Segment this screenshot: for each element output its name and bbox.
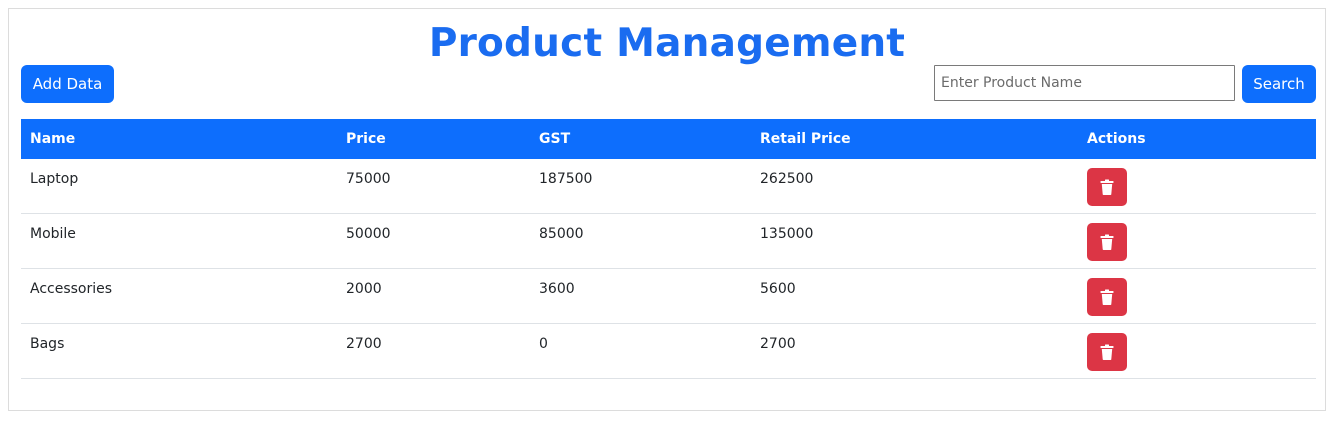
cell-gst: 0	[539, 336, 548, 352]
column-header-retail-price: Retail Price	[760, 131, 851, 147]
cell-retail-price: 2700	[760, 336, 796, 352]
cell-retail-price: 262500	[760, 171, 814, 187]
cell-name: Bags	[30, 336, 65, 352]
cell-name: Laptop	[30, 171, 79, 187]
table-header: Name Price GST Retail Price Actions	[21, 119, 1316, 159]
product-management-panel: Product Management Add Data Search Name …	[8, 8, 1326, 411]
trash-icon	[1100, 289, 1114, 305]
product-table: Name Price GST Retail Price Actions Lapt…	[21, 119, 1316, 379]
cell-gst: 187500	[539, 171, 593, 187]
search-input[interactable]	[934, 65, 1235, 101]
column-header-gst: GST	[539, 131, 571, 147]
cell-price: 50000	[346, 226, 391, 242]
table-row: Laptop 75000 187500 262500	[21, 159, 1316, 214]
cell-retail-price: 135000	[760, 226, 814, 242]
column-header-name: Name	[30, 131, 76, 147]
page-title: Product Management	[428, 21, 906, 66]
cell-price: 75000	[346, 171, 391, 187]
cell-name: Accessories	[30, 281, 113, 297]
cell-price: 2700	[346, 336, 382, 352]
table-row: Mobile 50000 85000 135000	[21, 214, 1316, 269]
delete-button[interactable]	[1087, 278, 1127, 316]
delete-button[interactable]	[1087, 168, 1127, 206]
trash-icon	[1100, 234, 1114, 250]
column-header-actions: Actions	[1087, 131, 1146, 147]
add-data-button[interactable]: Add Data	[21, 65, 114, 103]
cell-gst: 3600	[539, 281, 575, 297]
cell-retail-price: 5600	[760, 281, 796, 297]
delete-button[interactable]	[1087, 223, 1127, 261]
column-header-price: Price	[346, 131, 386, 147]
cell-price: 2000	[346, 281, 382, 297]
search-button[interactable]: Search	[1242, 65, 1316, 103]
trash-icon	[1100, 179, 1114, 195]
cell-gst: 85000	[539, 226, 584, 242]
cell-name: Mobile	[30, 226, 76, 242]
trash-icon	[1100, 344, 1114, 360]
delete-button[interactable]	[1087, 333, 1127, 371]
table-row: Bags 2700 0 2700	[21, 324, 1316, 379]
table-row: Accessories 2000 3600 5600	[21, 269, 1316, 324]
